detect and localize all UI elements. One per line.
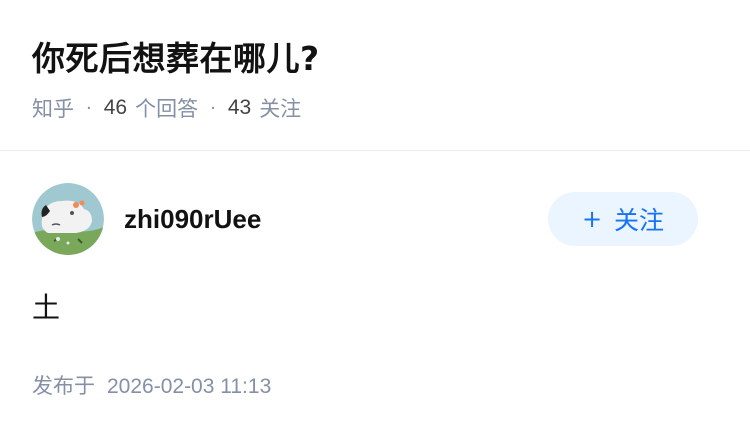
question-header: 你死后想葬在哪儿? 知乎 · 46 个回答 · 43 关注 [0,0,750,151]
author-name[interactable]: zhi090rUee [124,204,261,235]
publish-prefix: 发布于 [32,374,95,398]
answer-content: 土 [32,291,61,324]
source-label[interactable]: 知乎 [32,93,74,123]
question-title[interactable]: 你死后想葬在哪儿? [32,32,320,80]
publish-timestamp: 2026-02-03 11:13 [107,375,272,398]
follower-count: 43 [227,96,252,119]
follow-button-label: 关注 [614,206,665,235]
meta-separator: · [210,97,216,119]
plus-icon: + [581,205,603,233]
answer-author: zhi090rUee [32,183,261,255]
answer-count-label: 个回答 [135,97,199,121]
avatar[interactable] [32,183,104,255]
answer-count: 46 [103,96,128,119]
meta-separator: · [86,97,92,119]
question-meta: 知乎 · 46 个回答 · 43 关注 [32,93,301,123]
answer-publish-time: 发布于 2026-02-03 11:13 [32,370,271,400]
follow-button[interactable]: + 关注 [548,192,698,246]
follower-count-label: 关注 [259,97,302,121]
